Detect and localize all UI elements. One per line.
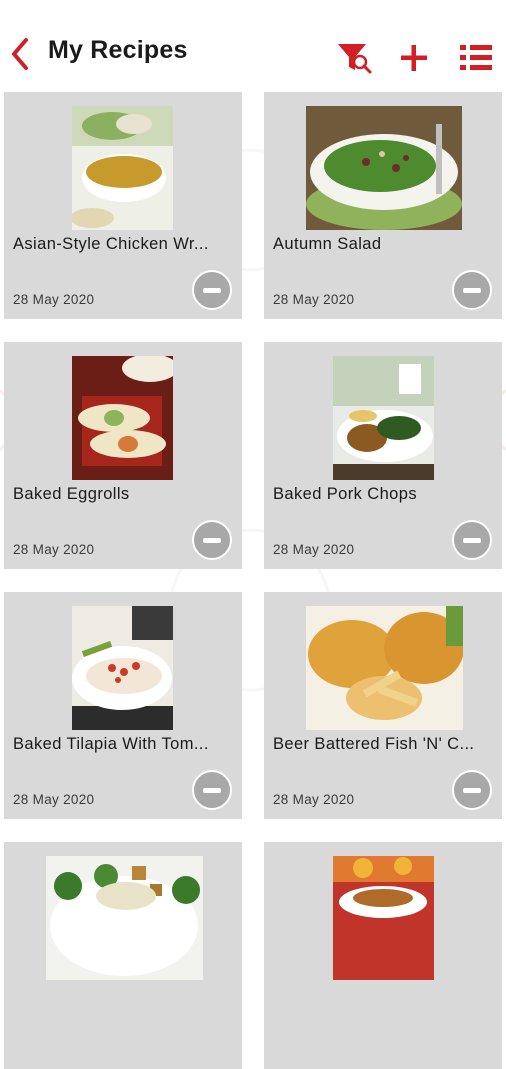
recipe-thumbnail <box>306 606 463 730</box>
recipe-card[interactable]: Beer Battered Fish 'N' C... 28 May 2020 <box>264 592 502 819</box>
recipe-date: 28 May 2020 <box>13 542 95 557</box>
recipe-date: 28 May 2020 <box>13 292 95 307</box>
recipe-grid: Asian-Style Chicken Wr... 28 May 2020 Au… <box>0 90 506 1069</box>
page-title: My Recipes <box>48 36 188 64</box>
recipe-title: Asian-Style Chicken Wr... <box>13 235 209 253</box>
remove-recipe-button[interactable] <box>452 770 492 810</box>
remove-recipe-button[interactable] <box>192 520 232 560</box>
top-app-bar: My Recipes <box>0 0 506 90</box>
recipe-title: Baked Pork Chops <box>273 485 417 503</box>
recipe-thumbnail <box>333 856 434 980</box>
minus-icon <box>463 788 481 793</box>
recipe-card[interactable]: Baked Tilapia With Tom... 28 May 2020 <box>4 592 242 819</box>
remove-recipe-button[interactable] <box>192 770 232 810</box>
minus-icon <box>203 788 221 793</box>
recipe-card[interactable]: Asian-Style Chicken Wr... 28 May 2020 <box>4 92 242 319</box>
recipe-thumbnail <box>72 606 173 730</box>
recipe-title: Baked Eggrolls <box>13 485 130 503</box>
recipe-thumbnail <box>72 106 173 230</box>
list-icon[interactable] <box>456 38 496 76</box>
filter-search-icon[interactable] <box>336 38 372 76</box>
recipe-card[interactable] <box>4 842 242 1069</box>
recipe-title: Autumn Salad <box>273 235 382 253</box>
minus-icon <box>463 538 481 543</box>
recipe-date: 28 May 2020 <box>273 792 355 807</box>
minus-icon <box>203 538 221 543</box>
minus-icon <box>463 288 481 293</box>
recipe-title: Baked Tilapia With Tom... <box>13 735 209 753</box>
recipe-date: 28 May 2020 <box>273 292 355 307</box>
remove-recipe-button[interactable] <box>452 520 492 560</box>
recipe-card[interactable]: Autumn Salad 28 May 2020 <box>264 92 502 319</box>
recipe-date: 28 May 2020 <box>13 792 95 807</box>
recipe-thumbnail <box>306 106 462 230</box>
minus-icon <box>203 288 221 293</box>
back-chevron-icon[interactable] <box>8 36 32 72</box>
recipe-card[interactable] <box>264 842 502 1069</box>
remove-recipe-button[interactable] <box>452 270 492 310</box>
recipe-card[interactable]: Baked Eggrolls 28 May 2020 <box>4 342 242 569</box>
recipe-date: 28 May 2020 <box>273 542 355 557</box>
recipe-title: Beer Battered Fish 'N' C... <box>273 735 475 753</box>
plus-icon[interactable] <box>396 38 432 76</box>
recipe-thumbnail <box>333 356 434 480</box>
remove-recipe-button[interactable] <box>192 270 232 310</box>
recipe-card[interactable]: Baked Pork Chops 28 May 2020 <box>264 342 502 569</box>
recipe-thumbnail <box>46 856 203 980</box>
recipe-thumbnail <box>72 356 173 480</box>
